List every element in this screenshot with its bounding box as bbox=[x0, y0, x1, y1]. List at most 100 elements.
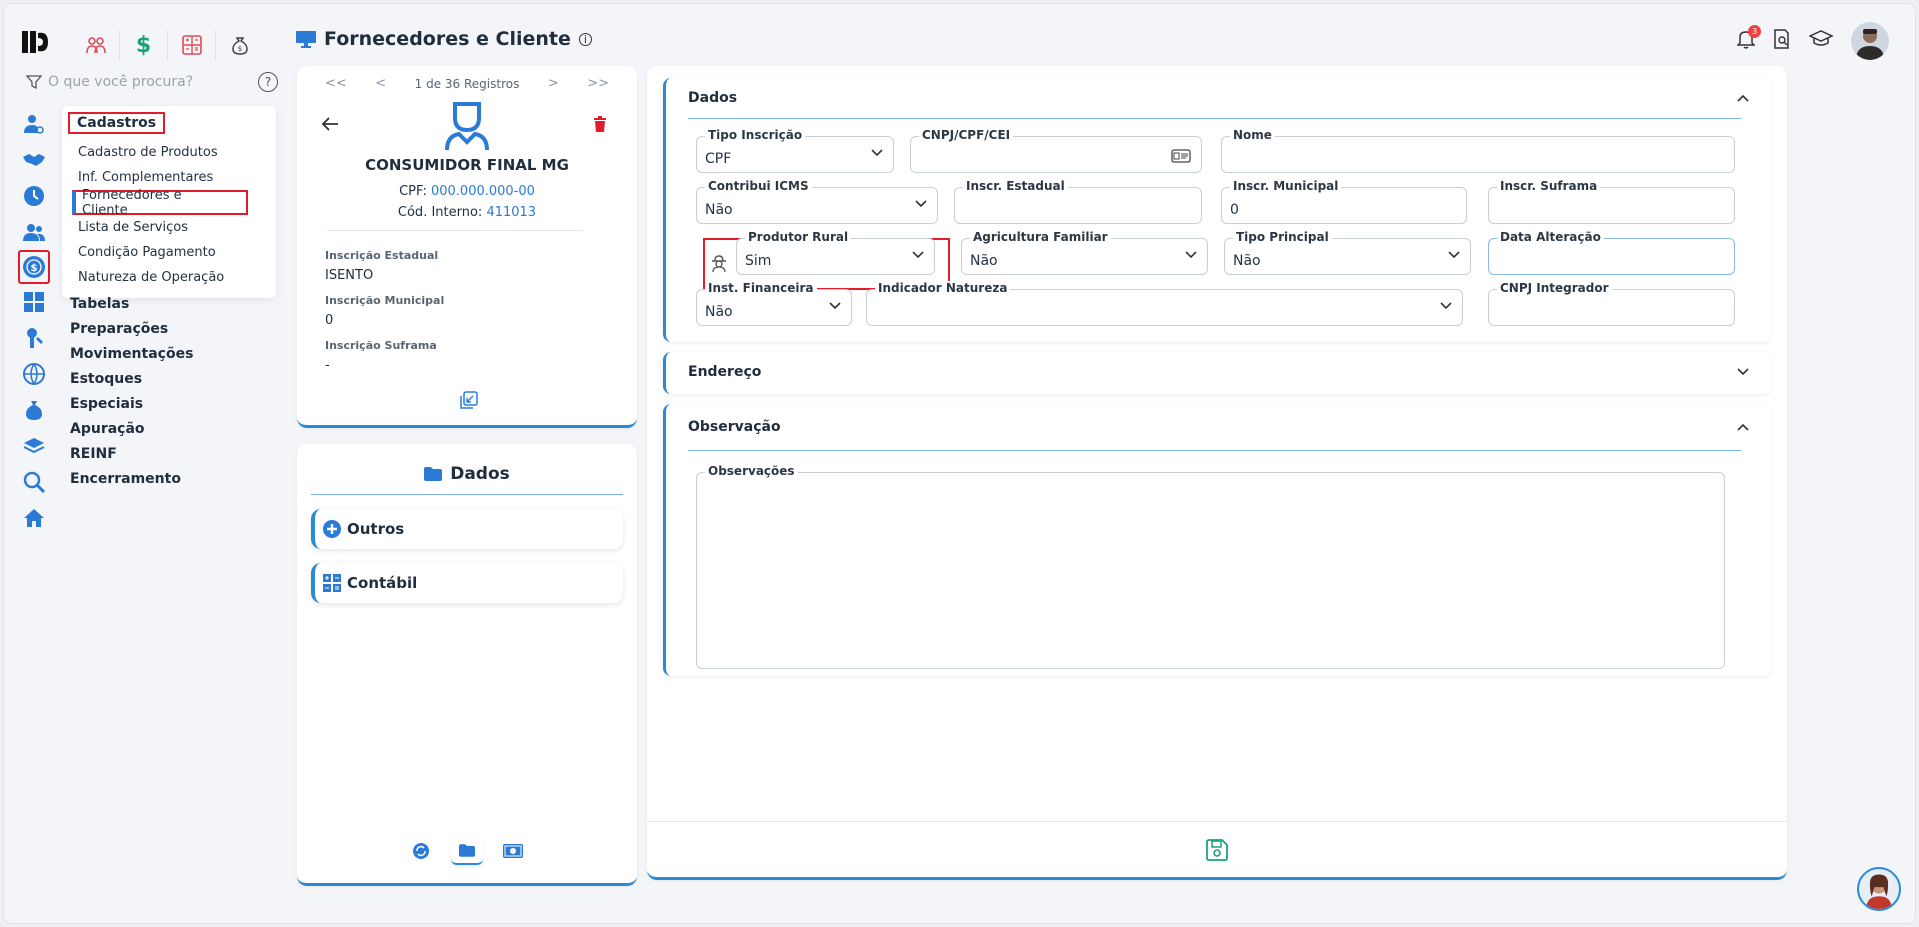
endereco-section-header[interactable]: Endereço bbox=[666, 352, 1771, 392]
rail-search-icon[interactable] bbox=[18, 464, 50, 500]
cpf-value: 000.000.000-00 bbox=[430, 184, 535, 199]
observacoes-textarea[interactable]: Observações bbox=[696, 464, 1725, 669]
observacao-section-header[interactable]: Observação bbox=[666, 404, 1771, 450]
submenu-title[interactable]: Cadastros bbox=[68, 112, 166, 134]
rail-home-icon[interactable] bbox=[18, 500, 50, 536]
menu-item-lista-servicos[interactable]: Lista de Serviços bbox=[62, 215, 276, 240]
dados-section-header[interactable]: Dados bbox=[666, 78, 1771, 118]
farmer-icon bbox=[712, 255, 726, 273]
rail-financial-icon[interactable]: $ bbox=[18, 250, 50, 284]
produtor-rural-select[interactable]: Produtor Rural Sim bbox=[736, 230, 935, 275]
menu-item-natureza-operacao[interactable]: Natureza de Operação bbox=[62, 265, 276, 290]
inst-financeira-value: Não bbox=[705, 304, 733, 320]
folder-tab[interactable] bbox=[451, 837, 483, 865]
reports-button[interactable] bbox=[1773, 29, 1791, 53]
menu-item-inf-complementares[interactable]: Inf. Complementares bbox=[62, 165, 276, 190]
agricultura-familiar-select[interactable]: Agricultura Familiar Não bbox=[961, 230, 1208, 275]
chevron-down-icon bbox=[871, 149, 883, 157]
menu-group-estoques[interactable]: Estoques bbox=[70, 366, 193, 391]
monitor-icon bbox=[296, 31, 316, 48]
contabil-label: Contábil bbox=[347, 574, 418, 592]
outros-button[interactable]: Outros bbox=[311, 509, 623, 549]
rail-money-bag-icon[interactable] bbox=[18, 392, 50, 428]
id-card-icon[interactable] bbox=[1171, 149, 1191, 163]
sync-tab[interactable] bbox=[405, 837, 437, 865]
users-icon[interactable] bbox=[72, 30, 120, 60]
menu-group-encerramento[interactable]: Encerramento bbox=[70, 466, 193, 491]
menu-search-input[interactable] bbox=[48, 74, 238, 90]
filter-icon[interactable] bbox=[26, 74, 42, 90]
money-tab[interactable] bbox=[497, 837, 529, 865]
tipo-principal-value: Não bbox=[1233, 253, 1261, 269]
help-icon[interactable]: ? bbox=[258, 72, 278, 92]
svg-text:$: $ bbox=[31, 263, 38, 274]
rail-globe-icon[interactable] bbox=[18, 356, 50, 392]
dollar-icon[interactable]: $ bbox=[120, 30, 168, 60]
tipo-principal-label: Tipo Principal bbox=[1233, 230, 1332, 244]
last-record-button[interactable]: >> bbox=[587, 76, 609, 91]
rail-clock-icon[interactable] bbox=[18, 178, 50, 214]
rail-people-icon[interactable] bbox=[18, 214, 50, 250]
assistant-avatar[interactable] bbox=[1857, 867, 1901, 911]
record-card: << < 1 de 36 Registros > >> CONSUMIDOR F… bbox=[297, 66, 637, 428]
trash-icon[interactable] bbox=[593, 116, 607, 132]
back-arrow-icon[interactable] bbox=[321, 116, 339, 132]
rail-calculator-icon[interactable] bbox=[18, 284, 50, 320]
rail-handshake-icon[interactable] bbox=[18, 142, 50, 178]
menu-group-especiais[interactable]: Especiais bbox=[70, 391, 193, 416]
tipo-principal-select[interactable]: Tipo Principal Não bbox=[1224, 230, 1471, 275]
inscr-suframa-field[interactable]: Inscr. Suframa bbox=[1488, 179, 1735, 224]
user-avatar[interactable] bbox=[1851, 22, 1889, 60]
inscr-municipal-field[interactable]: Inscr. Municipal 0 bbox=[1221, 179, 1467, 224]
menu-group-reinf[interactable]: REINF bbox=[70, 441, 193, 466]
save-icon[interactable] bbox=[1206, 838, 1228, 861]
contribui-icms-label: Contribui ICMS bbox=[705, 179, 812, 193]
cnpj-integrador-field[interactable]: CNPJ Integrador bbox=[1488, 281, 1735, 326]
tipo-inscricao-select[interactable]: Tipo Inscrição CPF bbox=[696, 128, 894, 173]
report-search-icon bbox=[1774, 29, 1789, 49]
contabil-button[interactable]: Contábil bbox=[311, 563, 623, 603]
app-logo[interactable] bbox=[20, 28, 50, 56]
observacao-section-divider bbox=[688, 450, 1741, 451]
main-form-card: Dados Tipo Inscrição CPF CNPJ/CPF/CEI No… bbox=[647, 66, 1787, 880]
rail-user-settings-icon[interactable] bbox=[18, 106, 50, 142]
side-panel-divider bbox=[311, 494, 623, 495]
menu-group-tabelas[interactable]: Tabelas bbox=[70, 291, 193, 316]
record-counter: 1 de 36 Registros bbox=[414, 76, 520, 91]
menu-group-movimentacoes[interactable]: Movimentações bbox=[70, 341, 193, 366]
menu-item-condicao-pagamento[interactable]: Condição Pagamento bbox=[62, 240, 276, 265]
menu-search: ? bbox=[22, 70, 280, 94]
training-button[interactable] bbox=[1808, 30, 1834, 52]
data-alteracao-field[interactable]: Data Alteração bbox=[1488, 230, 1735, 275]
cnpj-cpf-cei-field[interactable]: CNPJ/CPF/CEI bbox=[910, 128, 1202, 173]
menu-item-fornecedores-cliente[interactable]: Fornecedores e Cliente bbox=[72, 188, 248, 218]
cash-icon bbox=[503, 844, 523, 858]
chevron-down-icon bbox=[912, 251, 924, 259]
menu-group-preparacoes[interactable]: Preparações bbox=[70, 316, 193, 341]
next-record-button[interactable]: > bbox=[548, 76, 559, 91]
indicador-natureza-select[interactable]: Indicador Natureza bbox=[866, 281, 1463, 326]
chevron-up-icon[interactable] bbox=[1737, 94, 1749, 102]
observacao-section: Observação Observações bbox=[663, 404, 1771, 676]
info-icon[interactable]: i bbox=[578, 32, 592, 46]
side-panel-card: Dados Outros Contábil bbox=[297, 444, 637, 886]
first-record-button[interactable]: << bbox=[325, 76, 347, 91]
rail-tools-icon[interactable] bbox=[18, 320, 50, 356]
nome-field[interactable]: Nome bbox=[1221, 128, 1735, 173]
inst-financeira-select[interactable]: Inst. Financeira Não bbox=[696, 281, 852, 326]
chevron-up-icon[interactable] bbox=[1737, 423, 1749, 431]
chevron-down-icon bbox=[1185, 251, 1197, 259]
prev-record-button[interactable]: < bbox=[375, 76, 386, 91]
calculator-icon[interactable] bbox=[168, 30, 216, 60]
rail-layers-icon[interactable] bbox=[18, 428, 50, 464]
inscr-estadual-field[interactable]: Inscr. Estadual bbox=[954, 179, 1202, 224]
calculator-icon bbox=[323, 574, 341, 592]
inscricao-suframa-value: - bbox=[325, 358, 330, 373]
money-bag-icon[interactable]: $ bbox=[216, 30, 264, 60]
chevron-down-icon[interactable] bbox=[1737, 368, 1749, 376]
menu-group-apuracao[interactable]: Apuração bbox=[70, 416, 193, 441]
notifications-button[interactable]: 3 bbox=[1736, 25, 1761, 53]
menu-item-cadastro-produtos[interactable]: Cadastro de Produtos bbox=[62, 140, 276, 165]
contribui-icms-select[interactable]: Contribui ICMS Não bbox=[696, 179, 938, 224]
copy-record-icon[interactable] bbox=[460, 391, 478, 409]
